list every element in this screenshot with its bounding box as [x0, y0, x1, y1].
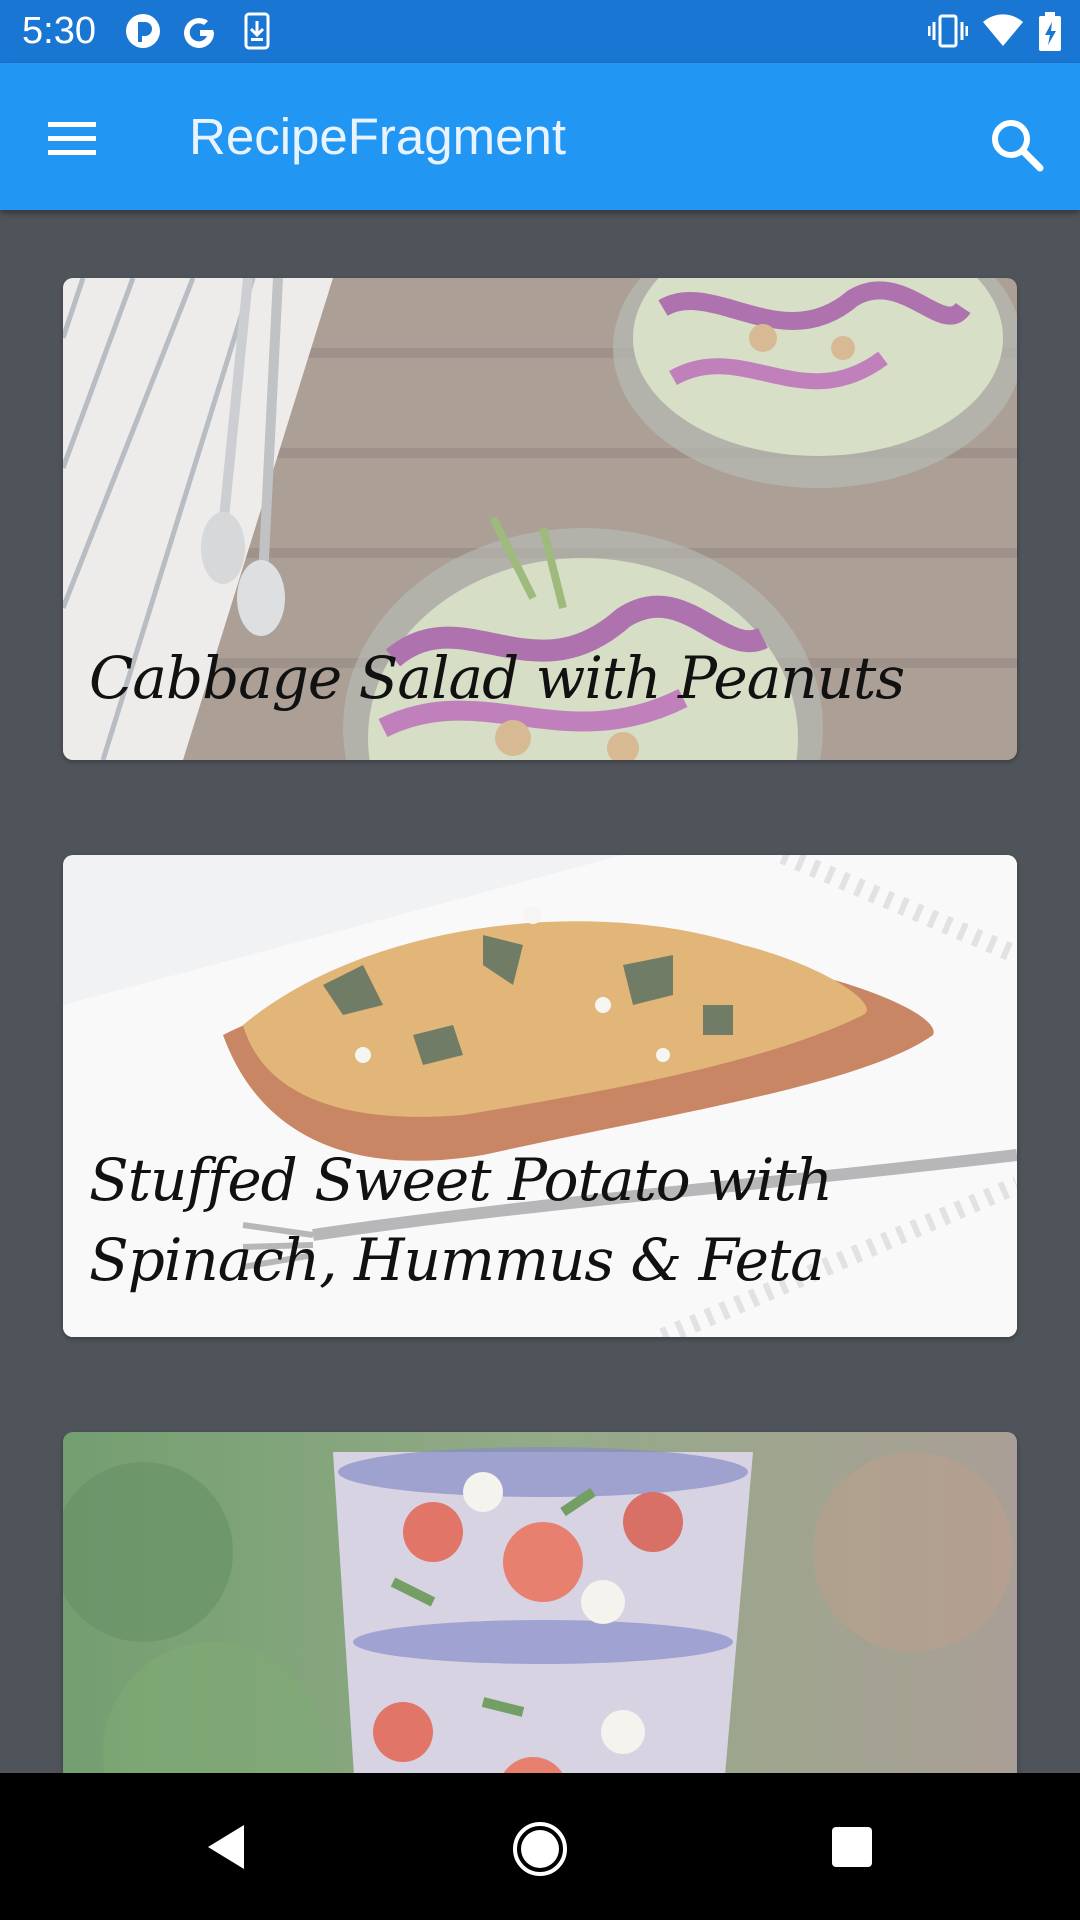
pocket-casts-icon: [126, 14, 160, 48]
recipe-title: Stuffed Sweet Potato with Spinach, Hummu…: [89, 1146, 833, 1294]
menu-button[interactable]: [30, 108, 115, 168]
vibrate-icon: [928, 14, 968, 48]
recipe-card[interactable]: Cabbage Salad with Peanuts: [63, 278, 1017, 760]
google-icon: [184, 18, 214, 48]
home-button[interactable]: [508, 1817, 572, 1881]
recipe-card[interactable]: [63, 1432, 1017, 1773]
app-bar: RecipeFragment: [0, 63, 1080, 210]
home-circle-icon: [513, 1822, 567, 1876]
navigation-bar: [0, 1773, 1080, 1920]
wifi-icon: [983, 14, 1023, 46]
hamburger-menu-icon: [48, 122, 96, 155]
status-bar: 5:30: [0, 0, 1080, 63]
recipe-list[interactable]: Cabbage Salad with Peanuts Stuffed Sweet…: [0, 210, 1080, 1773]
recipe-card[interactable]: Stuffed Sweet Potato with Spinach, Hummu…: [63, 855, 1017, 1337]
status-time: 5:30: [22, 10, 96, 52]
back-button[interactable]: [200, 1817, 260, 1877]
search-button[interactable]: [980, 108, 1050, 178]
download-icon: [244, 12, 270, 50]
recents-button[interactable]: [826, 1821, 882, 1877]
battery-charging-icon: [1039, 12, 1061, 51]
app-title: RecipeFragment: [189, 108, 566, 165]
recents-square-icon: [832, 1827, 872, 1867]
recipe-image: [63, 1432, 1017, 1773]
search-icon: [992, 120, 1044, 172]
recipe-title: Cabbage Salad with Peanuts: [89, 644, 905, 712]
back-triangle-icon: [208, 1825, 244, 1869]
